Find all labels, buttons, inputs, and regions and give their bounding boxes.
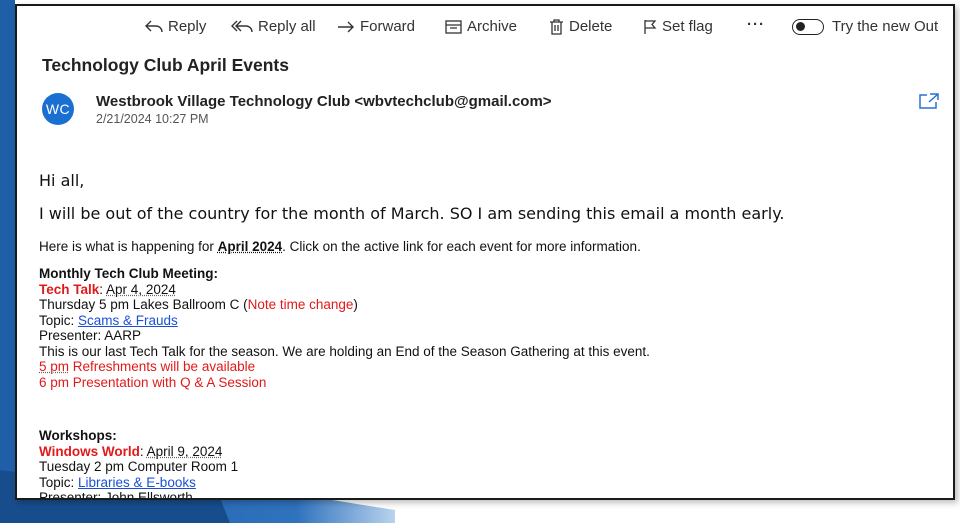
intro-text: I will be out of the country for the mon… (39, 204, 785, 223)
delete-button[interactable]: Delete (549, 18, 612, 35)
reply-all-icon (231, 20, 253, 32)
archive-label: Archive (467, 18, 518, 35)
meeting-topic-link[interactable]: Scams & Frauds (78, 313, 178, 328)
meeting-when: Thursday 5 pm Lakes Ballroom C ( (39, 297, 248, 312)
meeting-event-label: Tech Talk (39, 281, 100, 297)
reply-label: Reply (168, 18, 207, 35)
open-in-new-window-button[interactable] (918, 92, 940, 115)
meeting-topic-line: Topic: Scams & Frauds (39, 313, 650, 329)
meeting-event-line: Tech Talk: Apr 4, 2024 (39, 282, 650, 298)
archive-button[interactable]: Archive (445, 18, 517, 35)
info-suffix: . Click on the active link for each even… (282, 239, 641, 254)
reply-button[interactable]: Reply (145, 18, 206, 35)
meeting-presenter: Presenter: AARP (39, 328, 142, 343)
workshop-event-line: Windows World: April 9, 2024 (39, 444, 238, 460)
workshop-event-label: Windows World (39, 443, 140, 459)
reply-icon (145, 20, 163, 32)
sender-name: Westbrook Village Technology Club <wbvte… (96, 93, 552, 110)
workshop-when: Tuesday 2 pm Computer Room 1 (39, 459, 239, 474)
meeting-section: Monthly Tech Club Meeting: Tech Talk: Ap… (39, 266, 650, 390)
try-new-outlook-toggle[interactable]: Try the new Out (792, 18, 938, 35)
workshop-event-sep: : (139, 443, 147, 459)
meeting-schedule-1: 5 pm Refreshments will be available (39, 359, 650, 375)
greeting-text: Hi all, (39, 171, 85, 190)
meeting-event-date: Apr 4, 2024 (106, 281, 176, 297)
forward-label: Forward (360, 18, 416, 35)
meeting-topic-label: Topic: (39, 312, 79, 328)
delete-label: Delete (569, 18, 613, 35)
email-subject: Technology Club April Events (42, 55, 289, 75)
meeting-time-note: Note time change (247, 297, 354, 312)
meeting-when-line: Thursday 5 pm Lakes Ballroom C (Note tim… (39, 297, 650, 313)
toggle-switch-icon (792, 18, 824, 35)
info-prefix: Here is what is happening for (39, 239, 218, 254)
email-reading-pane: Reply Reply all Forward Archive Delete S… (15, 4, 955, 500)
meeting-schedule-2: 6 pm Presentation with Q & A Session (39, 374, 267, 390)
info-line: Here is what is happening for April 2024… (39, 239, 641, 254)
try-new-outlook-label: Try the new Out (832, 18, 939, 35)
reply-all-label: Reply all (258, 18, 316, 35)
workshops-heading: Workshops: (39, 428, 117, 443)
meeting-heading: Monthly Tech Club Meeting: (39, 266, 218, 281)
workshop-event-date: April 9, 2024 (146, 443, 223, 459)
set-flag-label: Set flag (662, 18, 713, 35)
info-month: April 2024 (217, 239, 283, 254)
forward-arrow-icon (338, 21, 354, 32)
schedule-1-time: 5 pm (39, 359, 70, 374)
meeting-when-close: ) (353, 297, 358, 312)
sender-avatar: WC (42, 93, 74, 125)
workshops-section: Workshops: Windows World: April 9, 2024 … (39, 428, 239, 500)
more-icon: ··· (747, 16, 765, 33)
archive-icon (445, 19, 462, 34)
schedule-1-text: Refreshments will be available (69, 359, 256, 374)
email-toolbar: Reply Reply all Forward Archive Delete S… (17, 6, 953, 50)
email-date: 2/21/2024 10:27 PM (96, 112, 209, 126)
trash-icon (550, 18, 563, 35)
workshop-topic-line: Topic: Libraries & E-books (39, 475, 238, 491)
workshop-presenter: Presenter: John Ellsworth (39, 490, 193, 500)
workshop-topic-link[interactable]: Libraries & E-books (78, 475, 196, 490)
set-flag-button[interactable]: Set flag (643, 18, 713, 35)
workshop-topic-label: Topic: (39, 474, 79, 490)
meeting-description: This is our last Tech Talk for the seaso… (39, 343, 650, 359)
flag-icon (644, 19, 657, 34)
reply-all-button[interactable]: Reply all (231, 18, 316, 35)
more-actions-button[interactable]: ··· (747, 16, 765, 33)
popout-icon (919, 93, 939, 109)
forward-button[interactable]: Forward (337, 18, 415, 35)
